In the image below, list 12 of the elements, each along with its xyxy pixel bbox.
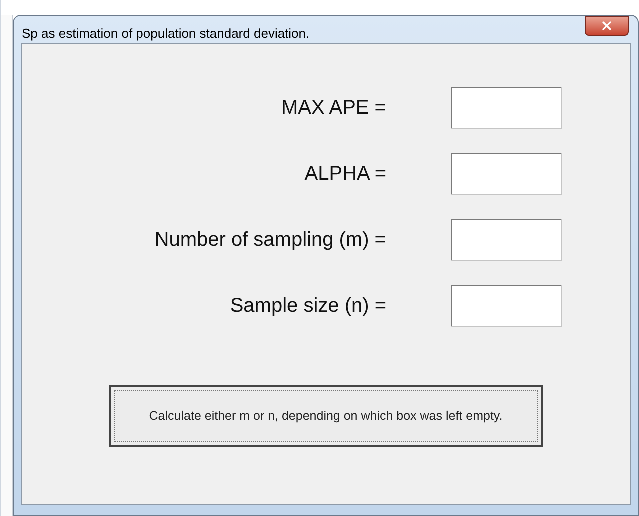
field-label: MAX APE = xyxy=(280,96,388,121)
field-label: Number of sampling (m) = xyxy=(154,228,388,253)
input-field[interactable] xyxy=(450,285,562,327)
field-label: Sample size (n) = xyxy=(229,294,388,319)
window-title: Sp as estimation of population standard deviation. xyxy=(22,25,310,43)
input-field[interactable] xyxy=(450,153,562,195)
input-field[interactable] xyxy=(450,87,562,129)
close-button[interactable] xyxy=(585,16,629,36)
close-icon xyxy=(600,19,614,33)
input-field[interactable] xyxy=(450,219,562,261)
field-label: ALPHA = xyxy=(304,162,388,187)
calculate-button[interactable]: Calculate either m or n, depending on which box was left empty. xyxy=(109,385,543,447)
